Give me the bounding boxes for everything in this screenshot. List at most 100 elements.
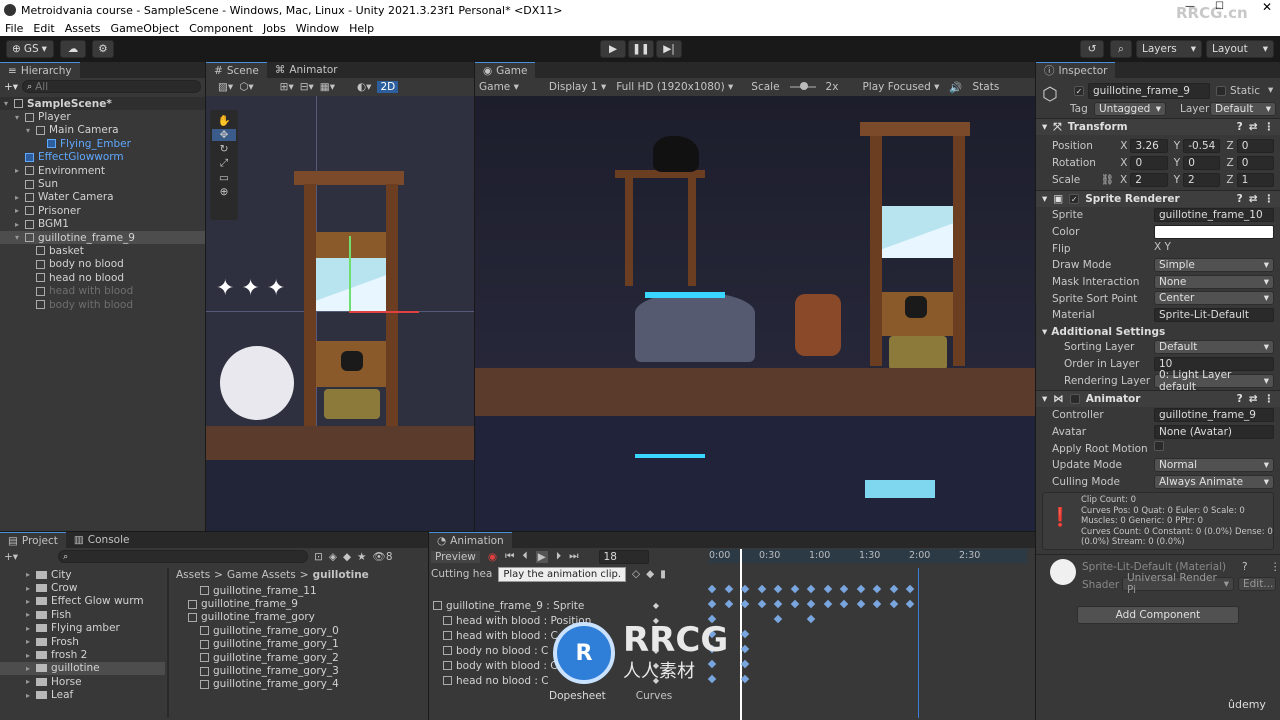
keyframe[interactable] [707,629,717,639]
tab-project[interactable]: ▤ Project [0,532,66,548]
keyframe[interactable] [806,599,816,609]
add-icon[interactable]: +▾ [4,81,18,93]
event-icon[interactable]: ▮ [660,568,666,580]
folder-item[interactable]: ▸ frosh 2 [0,648,165,661]
type-filter-icon[interactable]: ◈ [329,551,337,563]
shader-edit-button[interactable]: Edit... [1238,577,1276,592]
keyframe[interactable] [740,599,750,609]
keyframe[interactable] [806,584,816,594]
keyframe-toggle-icon[interactable]: ◆ [653,601,659,610]
hierarchy-item[interactable]: ▾ guillotine_frame_9 [0,230,205,245]
tag-dropdown[interactable]: Untagged ▾ [1094,102,1166,116]
mode-2d-button[interactable]: 2D [377,81,399,93]
menu-window[interactable]: Window [291,22,344,35]
scale-x-field[interactable]: 2 [1130,172,1168,187]
keyframe[interactable] [740,674,750,684]
splitter[interactable] [167,568,169,718]
prev-keyframe-button[interactable]: ⏴ [523,550,528,563]
expand-arrow-icon[interactable]: ▸ [26,664,36,673]
keyframe[interactable] [773,614,783,624]
keyframe[interactable] [707,584,717,594]
hierarchy-item[interactable]: ▸ BGM1 [0,218,205,231]
menu-help[interactable]: Help [344,22,379,35]
lighting-icon[interactable]: ◐▾ [357,81,371,93]
hierarchy-item[interactable]: Flying_Ember [0,137,205,150]
keyframe[interactable] [823,584,832,594]
filter-icon[interactable]: ⊡ [314,551,323,563]
more-icon[interactable]: ⋮ [1264,121,1275,133]
record-button[interactable]: ◉ [488,551,497,563]
transform-tool-icon[interactable]: ⊕ [220,186,229,198]
menu-file[interactable]: File [0,22,28,35]
scale-z-field[interactable]: 1 [1236,172,1275,187]
asset-item[interactable]: guillotine_frame_gory_4 [188,678,418,691]
favorite-icon[interactable]: ★ [357,551,366,563]
breadcrumb-item[interactable]: Assets [176,569,210,581]
breadcrumb-item[interactable]: guillotine [313,569,369,581]
animated-property[interactable]: body with blood : C ◆ [429,658,671,673]
shader-dropdown[interactable]: Universal Render Pi ▾ [1122,572,1234,596]
keyframe[interactable] [707,659,717,669]
folder-item[interactable]: ▸ guillotine [0,661,165,676]
move-gizmo-x[interactable] [349,311,419,313]
expand-arrow-icon[interactable]: ▸ [15,206,25,215]
expand-arrow-icon[interactable]: ▸ [26,624,36,633]
hierarchy-item[interactable]: ▾ SampleScene* [0,97,205,111]
expand-arrow-icon[interactable]: ▸ [26,691,36,700]
play-button[interactable]: ▶ [600,40,626,58]
help-icon[interactable]: ? [1237,193,1243,205]
folder-item[interactable]: ▸ Frosh [0,635,165,648]
expand-arrow-icon[interactable]: ▸ [26,651,36,660]
expand-arrow-icon[interactable]: ▸ [26,597,36,606]
close-button[interactable]: ✕ [1262,0,1272,14]
asset-item[interactable]: guillotine_frame_9 [188,597,418,610]
folder-item[interactable]: ▸ Leaf [0,689,165,702]
expand-arrow-icon[interactable]: ▸ [26,637,36,646]
object-field[interactable]: guillotine_frame_9 [1154,407,1274,422]
game-canvas[interactable] [475,96,1035,531]
tab-inspector[interactable]: ⓘ Inspector [1036,62,1116,78]
keyframe-toggle-icon[interactable]: ◆ [653,676,659,685]
tab-scene[interactable]: # Scene [206,62,267,78]
account-button[interactable]: ⊕ GS ▾ [6,40,54,58]
keyframe[interactable] [856,584,865,594]
folder-item[interactable]: ▸ Fish [0,608,165,621]
animated-property[interactable]: head with blood : C ◆ [429,628,671,643]
hierarchy-item[interactable]: ▸ Environment [0,164,205,177]
stats-button[interactable]: Stats [973,81,1000,93]
keyframe[interactable] [872,599,882,609]
expand-arrow-icon[interactable]: ▾ [26,126,36,135]
component-enabled-checkbox[interactable] [1069,393,1080,404]
rotation-x-field[interactable]: 0 [1130,155,1168,170]
gizmo-icon[interactable]: ⬡▾ [239,81,253,93]
add-event-icon[interactable]: ◆ [646,568,654,580]
folder-item[interactable]: ▸ City [0,568,165,581]
keyframe[interactable] [757,599,766,609]
breadcrumb-item[interactable]: Game Assets [227,569,296,581]
next-keyframe-button[interactable]: ⏵ [556,550,561,563]
more-icon[interactable]: ⋮ [1264,393,1275,405]
cloud-button[interactable]: ☁ [60,40,86,58]
position-z-field[interactable]: 0 [1236,138,1274,153]
menu-gameobject[interactable]: GameObject [106,22,185,35]
expand-arrow-icon[interactable]: ▸ [26,610,36,619]
preset-icon[interactable]: ⇄ [1249,393,1258,405]
minimize-button[interactable]: — [1185,1,1195,12]
game-view-dropdown[interactable]: Game ▾ [479,81,519,93]
keyframe[interactable] [724,599,733,609]
property-dropdown[interactable]: None ▾ [1154,274,1274,289]
help-icon[interactable]: ? [1237,393,1243,405]
pause-button[interactable]: ❚❚ [628,40,654,58]
position-y-field[interactable]: -0.54 [1183,138,1221,153]
hierarchy-item[interactable]: Sun [0,177,205,190]
project-search-input[interactable]: ⌕ [58,550,309,563]
preset-icon[interactable]: ⇄ [1249,121,1258,133]
object-field[interactable]: guillotine_frame_10 [1154,208,1274,222]
preview-button[interactable]: Preview [431,550,480,563]
folder-item[interactable]: ▸ Effect Glow wurm [0,595,165,608]
more-icon[interactable]: ⋮ [1270,561,1280,573]
static-checkbox[interactable] [1216,86,1226,96]
keyframe[interactable] [790,584,799,594]
hierarchy-item[interactable]: EffectGlowworm [0,151,205,164]
collab-button[interactable]: ⚙ [92,40,114,58]
